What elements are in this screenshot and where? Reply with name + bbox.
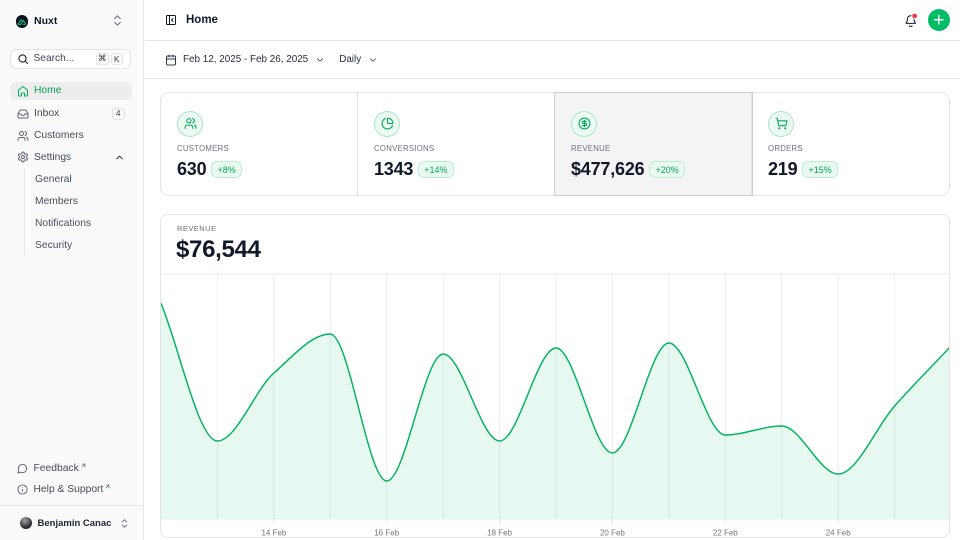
svg-text:22 Feb: 22 Feb: [713, 529, 738, 538]
svg-text:18 Feb: 18 Feb: [487, 529, 512, 538]
svg-text:16 Feb: 16 Feb: [374, 529, 399, 538]
svg-text:24 Feb: 24 Feb: [826, 529, 851, 538]
svg-text:20 Feb: 20 Feb: [600, 529, 625, 538]
svg-text:14 Feb: 14 Feb: [261, 529, 286, 538]
